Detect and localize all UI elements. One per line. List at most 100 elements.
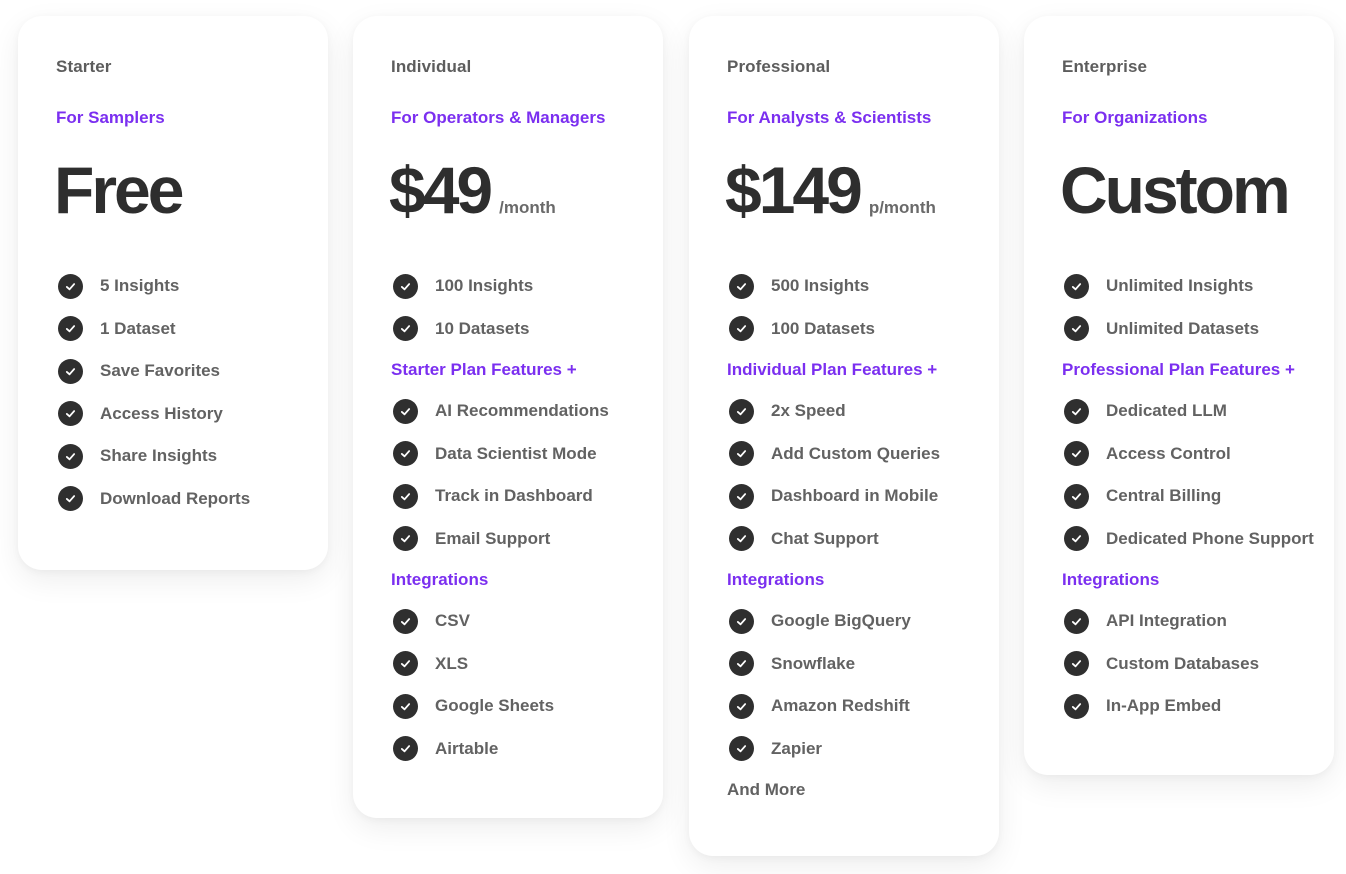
feature-label: Chat Support <box>771 528 879 548</box>
integration-item: API Integration <box>1062 600 1334 643</box>
check-circle-icon <box>729 693 754 719</box>
check-circle-icon <box>729 526 754 552</box>
plan-audience: For Analysts & Scientists <box>727 108 932 127</box>
plan-card-starter[interactable]: Starter For Samplers Free 5 Insights 1 D… <box>18 16 328 570</box>
plan-name: Professional <box>727 57 831 76</box>
feature-label: Save Favorites <box>100 361 221 381</box>
integrations-heading: Integrations <box>727 570 825 589</box>
check-circle-icon <box>393 273 418 299</box>
integration-label: In-App Embed <box>1106 696 1222 716</box>
integrations-heading: Integrations <box>391 570 489 589</box>
integration-label: CSV <box>435 611 470 631</box>
feature-label: 1 Dataset <box>100 318 176 338</box>
plus-features-heading: Starter Plan Features + <box>391 360 577 379</box>
plan-name: Enterprise <box>1062 57 1148 76</box>
integration-item: Google BigQuery <box>727 600 999 643</box>
check-circle-icon <box>1064 483 1089 509</box>
feature-item: 1 Dataset <box>56 308 328 351</box>
plan-card-enterprise[interactable]: Enterprise For Organizations Custom Unli… <box>1024 16 1334 775</box>
check-circle-icon <box>1064 651 1089 677</box>
feature-item: Download Reports <box>56 478 328 521</box>
feature-label: Unlimited Insights <box>1106 276 1254 296</box>
integration-label: Zapier <box>771 738 823 758</box>
feature-label: Dashboard in Mobile <box>771 486 939 506</box>
check-circle-icon <box>1064 316 1089 342</box>
feature-item: 2x Speed <box>727 390 999 433</box>
feature-item: 100 Datasets <box>727 308 999 351</box>
feature-label: Access History <box>100 403 223 423</box>
check-circle-icon <box>729 651 754 677</box>
integration-item: Amazon Redshift <box>727 685 999 728</box>
integration-item: Airtable <box>391 728 663 771</box>
price-row: Custom <box>1060 152 1291 228</box>
plan-card-individual[interactable]: Individual For Operators & Managers $49 … <box>353 16 663 818</box>
feature-item: Track in Dashboard <box>391 475 663 518</box>
integration-item: Custom Databases <box>1062 643 1334 686</box>
plan-card-professional[interactable]: Professional For Analysts & Scientists $… <box>689 16 999 856</box>
integration-label: Airtable <box>435 738 499 758</box>
price-row: Free <box>54 152 184 228</box>
check-circle-icon <box>1064 398 1089 424</box>
feature-item: 10 Datasets <box>391 308 663 351</box>
feature-label: 2x Speed <box>771 401 846 421</box>
feature-list: 5 Insights 1 Dataset Save Favorites Acce… <box>56 265 328 520</box>
integration-label: Snowflake <box>771 653 856 673</box>
check-circle-icon <box>393 608 418 634</box>
feature-label: Access Control <box>1106 443 1231 463</box>
feature-item: Central Billing <box>1062 475 1334 518</box>
integration-item: CSV <box>391 600 663 643</box>
check-circle-icon <box>393 483 418 509</box>
feature-item: Save Favorites <box>56 350 328 393</box>
check-circle-icon <box>729 316 754 342</box>
integration-label: Google BigQuery <box>771 611 911 631</box>
check-circle-icon <box>1064 273 1089 299</box>
feature-label: Email Support <box>435 528 551 548</box>
and-more-note: And More <box>727 780 806 799</box>
check-circle-icon <box>58 316 83 342</box>
integration-label: Google Sheets <box>435 696 555 716</box>
check-circle-icon <box>58 273 83 299</box>
feature-list: 500 Insights 100 Datasets Individual Pla… <box>727 265 999 810</box>
feature-item: Unlimited Insights <box>1062 265 1334 308</box>
feature-item: Email Support <box>391 518 663 561</box>
feature-label: Unlimited Datasets <box>1106 318 1260 338</box>
check-circle-icon <box>729 441 754 467</box>
plan-price: Free <box>54 153 184 227</box>
feature-list: 100 Insights 10 Datasets Starter Plan Fe… <box>391 265 663 770</box>
check-circle-icon <box>393 526 418 552</box>
feature-item: Dedicated LLM <box>1062 390 1334 433</box>
integration-label: Custom Databases <box>1106 653 1260 673</box>
integration-label: Amazon Redshift <box>771 696 910 716</box>
feature-item: Share Insights <box>56 435 328 478</box>
check-circle-icon <box>393 693 418 719</box>
check-circle-icon <box>1064 693 1089 719</box>
feature-label: 500 Insights <box>771 276 870 296</box>
integration-label: XLS <box>435 653 469 673</box>
feature-item: Chat Support <box>727 518 999 561</box>
feature-item: Dedicated Phone Support <box>1062 518 1334 561</box>
feature-item: AI Recommendations <box>391 390 663 433</box>
integration-item: Zapier <box>727 728 999 771</box>
feature-list: Unlimited Insights Unlimited Datasets Pr… <box>1062 265 1334 728</box>
integration-item: Snowflake <box>727 643 999 686</box>
feature-label: 100 Insights <box>435 276 534 296</box>
plan-price: $49 <box>389 153 493 227</box>
check-circle-icon <box>58 443 83 469</box>
feature-label: 5 Insights <box>100 276 180 296</box>
integration-item: XLS <box>391 643 663 686</box>
price-row: $49 /month <box>389 152 556 228</box>
integrations-heading: Integrations <box>1062 570 1160 589</box>
feature-label: Data Scientist Mode <box>435 443 597 463</box>
integration-item: Google Sheets <box>391 685 663 728</box>
check-circle-icon <box>393 398 418 424</box>
check-circle-icon <box>729 398 754 424</box>
feature-label: 100 Datasets <box>771 318 875 338</box>
check-circle-icon <box>58 486 83 512</box>
pricing-section: Starter For Samplers Free 5 Insights 1 D… <box>0 0 1346 874</box>
check-circle-icon <box>393 316 418 342</box>
price-row: $149 p/month <box>725 152 936 228</box>
feature-item: Data Scientist Mode <box>391 433 663 476</box>
plan-name: Individual <box>391 57 472 76</box>
check-circle-icon <box>729 608 754 634</box>
plan-name: Starter <box>56 57 112 76</box>
